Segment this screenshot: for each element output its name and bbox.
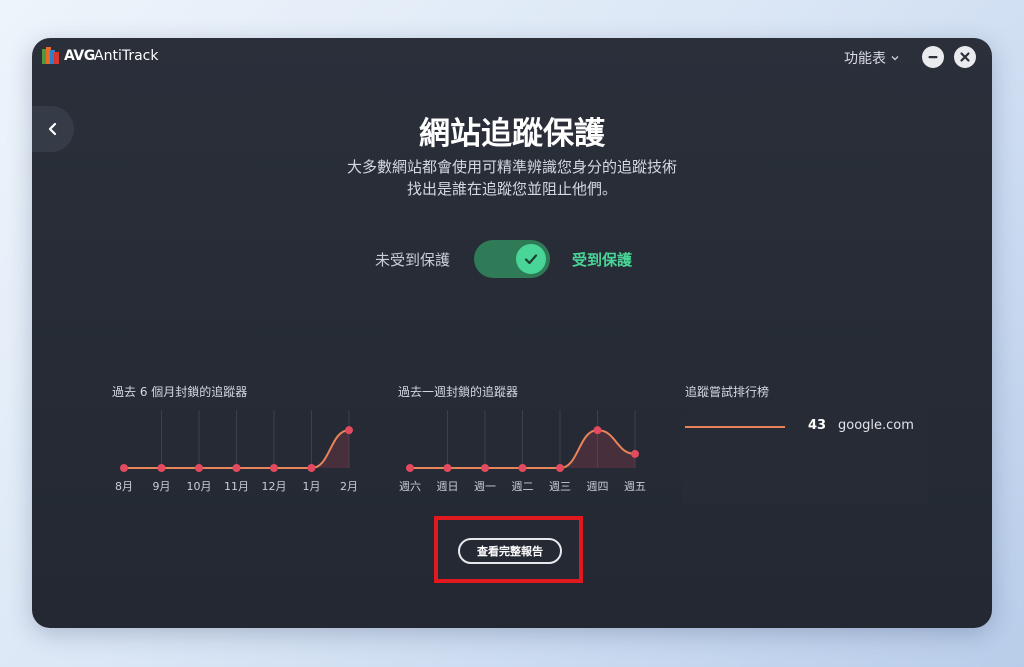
weekly-chart-title: 過去一週封鎖的追蹤器 <box>398 385 519 399</box>
title-bar: AVG AntiTrack 功能表 <box>32 38 992 78</box>
chart-point <box>307 464 316 472</box>
ranking-bar <box>685 426 785 428</box>
close-button[interactable] <box>954 46 976 68</box>
page-title: 網站追蹤保護 <box>419 116 605 152</box>
subtitle-line-2: 找出是誰在追蹤您並阻止他們。 <box>406 180 617 198</box>
avg-logo-icon <box>42 47 59 64</box>
chart-point <box>443 464 452 472</box>
weekly-trackers-chart: 週六 週日 週一 週二 週三 週四 週五 <box>399 410 646 493</box>
monthly-chart-title: 過去 6 個月封鎖的追蹤器 <box>112 385 248 399</box>
chart-point <box>157 464 166 472</box>
subtitle-line-1: 大多數網站都會使用可精準辨識您身分的追蹤技術 <box>346 158 677 176</box>
ranking-count: 43 <box>808 418 827 433</box>
brand-name: AVG <box>64 48 95 64</box>
chart-tick-label: 週五 <box>624 480 646 493</box>
ranking-domain: google.com <box>838 418 914 433</box>
chart-point <box>481 464 489 472</box>
highlight-box <box>434 516 583 583</box>
ranking-title: 追蹤嘗試排行榜 <box>685 385 770 399</box>
chart-tick-label: 週三 <box>549 480 571 493</box>
chart-tick-label: 週四 <box>587 480 609 493</box>
toggle-knob <box>516 244 546 274</box>
close-icon <box>960 52 970 62</box>
chart-point <box>270 464 278 472</box>
product-name: AntiTrack <box>94 48 159 64</box>
chart-point <box>120 464 128 472</box>
chart-point <box>593 426 602 435</box>
chart-tick-label: 8月 <box>115 480 133 493</box>
chart-tick-label: 11月 <box>224 480 249 493</box>
menu-label: 功能表 <box>844 51 886 67</box>
chart-point <box>195 464 203 472</box>
minimize-icon <box>928 56 938 59</box>
chart-tick-label: 週六 <box>399 480 421 493</box>
menu-dropdown[interactable]: 功能表 <box>844 48 900 68</box>
chart-tick-label: 9月 <box>153 480 171 493</box>
chart-point <box>345 426 353 435</box>
chart-point <box>406 464 414 472</box>
chart-point <box>631 449 639 458</box>
chart-tick-label: 2月 <box>340 480 358 493</box>
checkmark-icon <box>524 254 538 265</box>
protection-toggle[interactable] <box>474 240 550 278</box>
chevron-down-icon <box>891 56 899 61</box>
app-window: AVG AntiTrack 功能表 網站追蹤保護 大多數網站都會使用可精準辨識您… <box>32 38 992 628</box>
protection-toggle-row: 未受到保護 受到保護 <box>32 240 992 278</box>
chart-point <box>556 464 564 472</box>
protected-label: 受到保護 <box>572 251 633 269</box>
chart-tick-label: 1月 <box>303 480 321 493</box>
chart-point <box>518 464 527 472</box>
chart-tick-label: 週日 <box>437 480 459 493</box>
monthly-trackers-chart: 8月 9月 10月 11月 12月 1月 2月 <box>115 410 358 493</box>
minimize-button[interactable] <box>922 46 944 68</box>
chart-tick-label: 週二 <box>512 480 534 493</box>
chart-point <box>232 464 241 472</box>
page-subtitle: 大多數網站都會使用可精準辨識您身分的追蹤技術 找出是誰在追蹤您並阻止他們。 <box>32 156 992 200</box>
unprotected-label: 未受到保護 <box>374 251 450 269</box>
chart-tick-label: 12月 <box>262 480 287 493</box>
chart-tick-label: 週一 <box>474 480 496 493</box>
chart-tick-label: 10月 <box>187 480 212 493</box>
